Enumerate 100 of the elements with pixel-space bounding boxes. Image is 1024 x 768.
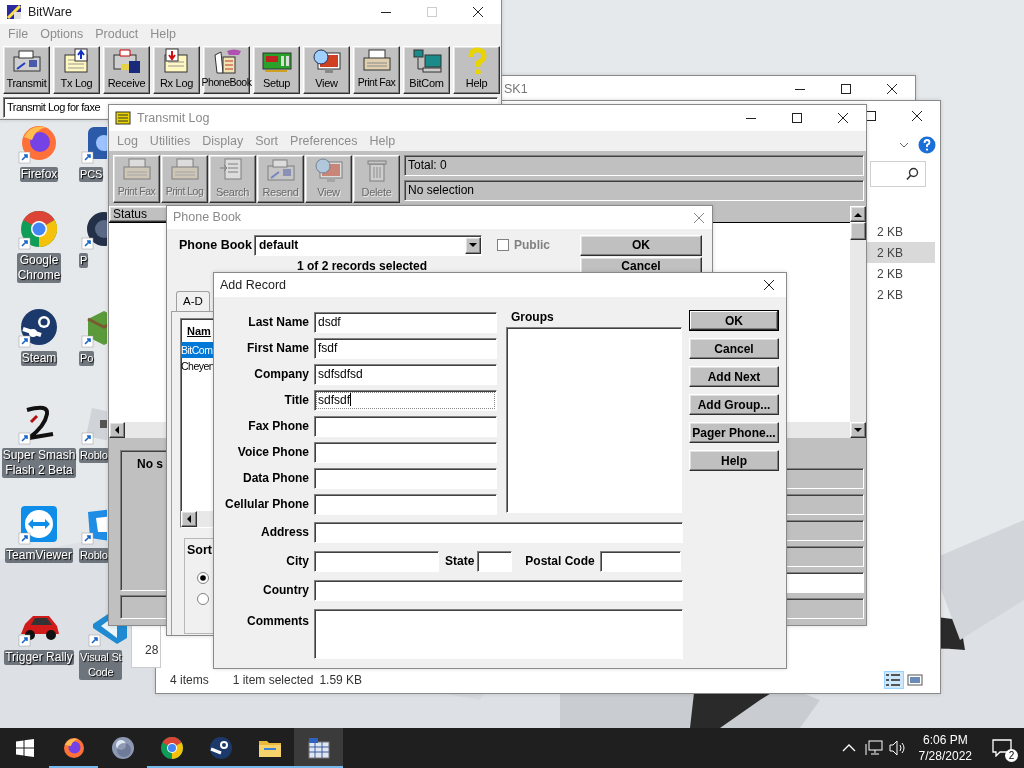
app-icon [208, 736, 233, 760]
text-field[interactable] [477, 551, 513, 572]
field-label: First Name [245, 340, 309, 357]
start-icon[interactable] [15, 739, 34, 757]
toolbar-button[interactable]: View [303, 46, 350, 94]
caret-icon [469, 242, 477, 248]
text-field[interactable]: fsdf [314, 338, 497, 359]
item-count: 4 items [170, 672, 209, 689]
dialog-button[interactable]: Add Next [689, 366, 779, 387]
search-field[interactable] [870, 161, 926, 187]
maximize-icon[interactable] [838, 81, 854, 97]
window-title: Phone Book [172, 209, 242, 227]
text-field[interactable] [314, 551, 439, 572]
app-icon [115, 110, 131, 126]
column-header[interactable]: Status [109, 206, 169, 223]
toolbar-button[interactable]: Transmit [3, 46, 50, 94]
dialog-button[interactable]: Cancel [689, 338, 779, 359]
chevron-up-icon[interactable] [841, 743, 856, 753]
taskbar-button[interactable] [294, 728, 343, 768]
group-label: Sort [187, 542, 212, 560]
field-label: Phone Book [178, 236, 253, 254]
column-header[interactable]: Nam [187, 323, 211, 340]
toolbar-button[interactable]: Print Fax [353, 46, 400, 94]
checkbox[interactable] [497, 239, 509, 251]
text-field[interactable] [314, 522, 683, 543]
total-field: Total: 0 [404, 155, 864, 176]
field-label: Company [253, 366, 309, 383]
text-field[interactable] [314, 442, 497, 463]
volume-icon[interactable] [888, 740, 907, 756]
selection-field: No selection [404, 180, 864, 201]
network-icon[interactable] [864, 740, 883, 756]
close-icon[interactable] [884, 81, 900, 97]
file-row[interactable]: 2 KB [867, 221, 935, 242]
field-label: Title [283, 392, 309, 409]
icon-label: Visual St Code [79, 650, 123, 680]
file-row[interactable]: 2 KB [867, 263, 935, 284]
text-field[interactable] [314, 609, 683, 659]
window-title: BitWare [27, 3, 72, 21]
icon-label: P [79, 253, 89, 268]
left-arrow-icon[interactable] [186, 515, 192, 524]
notification-icon[interactable] [992, 739, 1012, 757]
text-field[interactable] [599, 551, 681, 572]
list-item[interactable]: BitCom [181, 341, 214, 358]
dialog-button[interactable]: Add Group... [689, 394, 779, 415]
groups-list[interactable] [506, 327, 682, 513]
vertical-scrollbar[interactable] [850, 206, 866, 438]
radio-button[interactable] [197, 593, 209, 605]
toolbar-button[interactable]: Help [453, 46, 500, 94]
text-field[interactable]: dsdf [314, 312, 497, 333]
help-icon[interactable] [918, 136, 936, 154]
text-field[interactable]: sdfsdfsd [314, 364, 497, 385]
icon-label: Roblo [79, 448, 109, 463]
radio-button[interactable] [197, 572, 209, 584]
maximize-icon[interactable] [789, 110, 805, 126]
file-row[interactable]: 2 KB [867, 284, 935, 305]
left-arrow-icon[interactable] [114, 426, 120, 434]
phone-book-dropdown[interactable]: default [254, 234, 482, 256]
text-field[interactable]: sdfsdf [314, 390, 497, 411]
icon-label: Firefox [19, 167, 59, 182]
close-icon[interactable] [470, 4, 486, 20]
scroll-left-button[interactable] [181, 511, 197, 528]
file-row[interactable]: 2 KB [867, 242, 935, 263]
dialog-button[interactable]: OK [689, 310, 779, 331]
up-arrow-icon[interactable] [854, 211, 862, 217]
icon-label: Steam [20, 351, 58, 366]
toolbar-button[interactable]: Receive [103, 46, 150, 94]
toolbar-button[interactable]: Tx Log [53, 46, 100, 94]
text-field[interactable] [314, 416, 497, 437]
monitor-icon [312, 155, 345, 183]
scroll-left-button[interactable] [109, 422, 125, 438]
close-icon[interactable] [761, 277, 777, 293]
app-icon [159, 736, 184, 760]
field-label: Country [262, 582, 309, 599]
icon-label: Po [79, 351, 95, 366]
ok-button[interactable]: OK [580, 234, 702, 256]
icon-label: TeamViewer [5, 548, 73, 563]
detail-text: No s [137, 457, 163, 471]
app-icon [61, 736, 86, 760]
text-field[interactable] [314, 494, 497, 515]
large-icons-view-icon[interactable] [906, 671, 926, 689]
close-icon[interactable] [835, 110, 851, 126]
icon-label: Trigger Rally [4, 650, 74, 665]
down-arrow-icon[interactable] [854, 427, 862, 433]
tab[interactable]: A-D [176, 291, 210, 312]
text-field[interactable] [314, 468, 497, 489]
toolbar-button[interactable]: BitCom [403, 46, 450, 94]
dialog-button[interactable]: Pager Phone... [689, 422, 779, 443]
field-label: Cellular Phone [223, 496, 309, 513]
dialog-button[interactable]: Help [689, 450, 779, 471]
close-icon[interactable] [909, 108, 925, 124]
clock[interactable]: 6:06 PM 7/28/2022 [910, 732, 980, 764]
toolbar-button[interactable]: Setup [253, 46, 300, 94]
scroll-thumb[interactable] [850, 222, 866, 241]
toolbar-button[interactable]: Rx Log [153, 46, 200, 94]
field-label: Postal Code [525, 553, 595, 570]
field-label: Comments [246, 613, 309, 630]
notification-count: 2 [1005, 749, 1018, 762]
details-view-icon[interactable] [884, 671, 904, 689]
text-field[interactable] [314, 580, 683, 601]
window-title: SK1 [503, 80, 528, 98]
